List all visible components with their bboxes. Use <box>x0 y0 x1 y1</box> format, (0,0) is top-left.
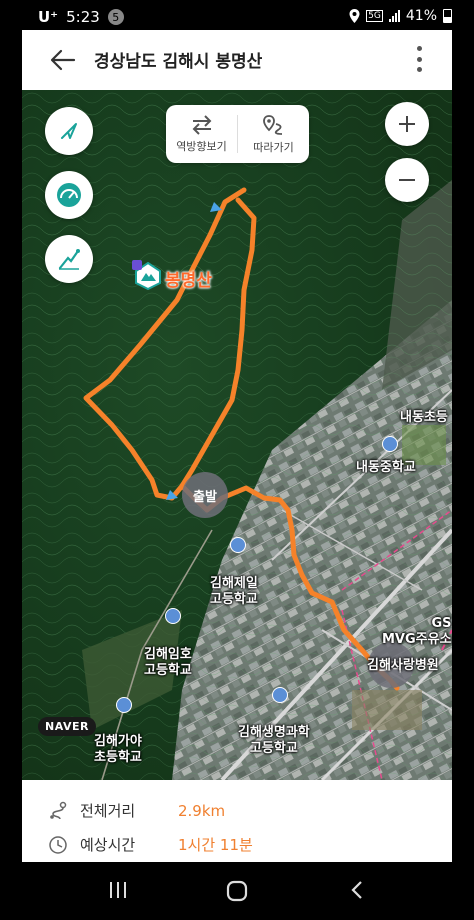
back-arrow-icon[interactable] <box>50 48 76 72</box>
reverse-direction-button[interactable]: 역방향보기 <box>166 105 237 163</box>
place-label[interactable]: 내동초등 <box>400 410 448 426</box>
place-label[interactable]: 김해생명과학 고등학교 <box>238 709 310 757</box>
route-info-panel: 전체거리 2.9km 예상시간 1시간 11분 <box>22 780 452 862</box>
network-type: 5G <box>366 10 383 22</box>
distance-label: 전체거리 <box>80 802 136 820</box>
school-pin-icon <box>272 687 288 703</box>
follow-button[interactable]: 따라가기 <box>238 105 309 163</box>
follow-label: 따라가기 <box>253 140 294 154</box>
place-label[interactable]: 김해가야 초등학교 <box>94 718 142 766</box>
zoom-in-button[interactable] <box>385 102 429 146</box>
time-label: 예상시간 <box>80 836 136 854</box>
page-title: 경상남도 김해시 봉명산 <box>94 52 263 72</box>
more-options-icon[interactable] <box>416 46 422 72</box>
map-view[interactable]: 역방향보기 따라가기 봉명산 출발 도착 내동초등 내동중학교 김해제일 고등학… <box>22 90 452 780</box>
school-pin-icon <box>165 608 181 624</box>
school-pin-icon <box>116 697 132 713</box>
plus-icon <box>399 116 415 132</box>
system-navigation-bar <box>0 862 474 920</box>
distance-row: 전체거리 2.9km <box>48 800 225 821</box>
clock: 5:23 <box>66 8 100 26</box>
start-label: 출발 <box>193 489 217 505</box>
app-window: 경상남도 김해시 봉명산 역방향보기 따라가기 봉명산 출발 도착 내동초등 내… <box>22 30 452 862</box>
signal-icon <box>388 10 400 22</box>
header: 경상남도 김해시 봉명산 <box>22 30 452 90</box>
swap-arrows-icon <box>192 114 211 135</box>
time-row: 예상시간 1시간 11분 <box>48 834 253 855</box>
start-marker[interactable]: 출발 <box>182 472 228 518</box>
speed-button[interactable] <box>45 171 93 219</box>
back-icon[interactable] <box>350 880 364 900</box>
place-label[interactable]: GS MVG주유소 <box>382 600 452 648</box>
location-icon <box>349 9 360 23</box>
status-bar: U⁺ 5:23 5 5G 41% <box>0 0 474 34</box>
elevation-button[interactable] <box>45 235 93 283</box>
route-pin-icon <box>262 114 282 135</box>
route-action-card: 역방향보기 따라가기 <box>166 105 309 163</box>
place-label[interactable]: 김해제일 고등학교 <box>210 560 258 608</box>
compass-button[interactable] <box>45 107 93 155</box>
battery-icon <box>443 9 452 23</box>
mountain-label: 봉명산 <box>165 271 212 291</box>
home-icon[interactable] <box>226 880 248 902</box>
summit-badge <box>132 260 142 270</box>
clock-icon <box>49 835 67 854</box>
recent-apps-icon[interactable] <box>108 880 128 900</box>
place-label[interactable]: 김해사랑병원 <box>367 658 439 674</box>
time-value: 1시간 11분 <box>178 836 253 854</box>
school-pin-icon <box>230 537 246 553</box>
route-distance-icon <box>50 801 67 819</box>
place-label[interactable]: 김해임호 고등학교 <box>144 631 192 679</box>
notification-count-badge: 5 <box>107 9 124 25</box>
zoom-out-button[interactable] <box>385 158 429 202</box>
school-pin-icon <box>382 436 398 452</box>
carrier-label: U⁺ <box>38 8 59 26</box>
compass-icon <box>61 123 77 139</box>
reverse-direction-label: 역방향보기 <box>176 139 227 153</box>
distance-value: 2.9km <box>178 801 226 820</box>
elevation-profile-icon <box>58 249 80 270</box>
naver-attribution: NAVER <box>38 717 96 736</box>
place-label[interactable]: 내동중학교 <box>356 460 416 476</box>
speedometer-icon <box>57 183 81 207</box>
minus-icon <box>399 179 415 181</box>
battery-percent: 41% <box>405 8 437 24</box>
